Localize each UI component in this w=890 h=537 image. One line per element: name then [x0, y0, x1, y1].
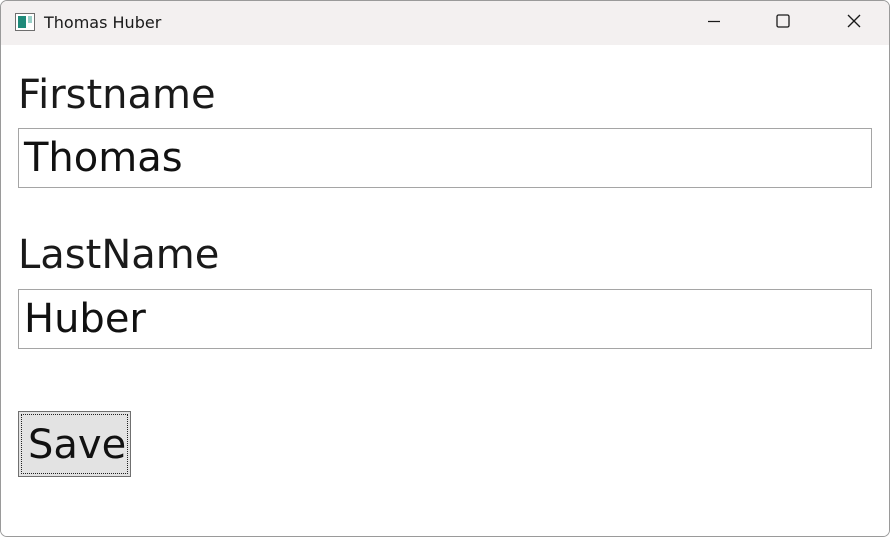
- lastname-label: LastName: [18, 232, 220, 278]
- save-button[interactable]: Save: [18, 411, 131, 477]
- app-icon: [15, 13, 35, 31]
- minimize-button[interactable]: [691, 1, 737, 45]
- minimize-icon: [706, 13, 722, 33]
- title-bar[interactable]: Thomas Huber: [1, 1, 889, 45]
- lastname-value: Huber: [24, 296, 146, 342]
- close-button[interactable]: [831, 1, 877, 45]
- window-title: Thomas Huber: [44, 13, 162, 32]
- firstname-value: Thomas: [24, 135, 183, 181]
- maximize-icon: [775, 13, 791, 33]
- close-icon: [846, 13, 862, 33]
- lastname-field[interactable]: Huber: [18, 289, 872, 349]
- firstname-field[interactable]: Thomas: [18, 128, 872, 188]
- maximize-button[interactable]: [760, 1, 806, 45]
- app-window: Thomas Huber Firstname Thomas LastName H…: [0, 0, 890, 537]
- save-button-label: Save: [28, 422, 127, 468]
- form-content: Firstname Thomas LastName Huber Save: [1, 45, 889, 536]
- firstname-label: Firstname: [18, 72, 216, 118]
